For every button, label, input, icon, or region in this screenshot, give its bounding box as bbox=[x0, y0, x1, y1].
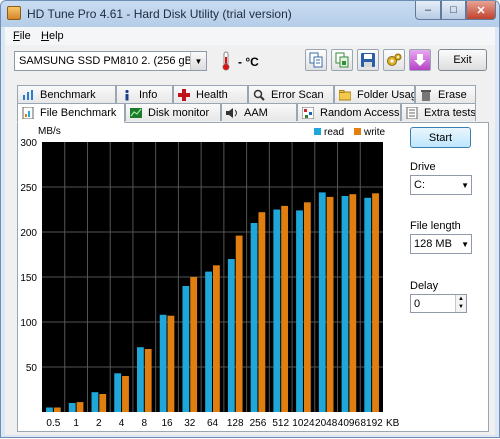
x-tick-label: 8 bbox=[142, 418, 148, 429]
bar-write bbox=[76, 402, 84, 412]
bar-write bbox=[144, 349, 152, 412]
bar-read bbox=[68, 403, 76, 412]
bar-read bbox=[341, 196, 349, 412]
start-button[interactable]: Start bbox=[410, 127, 471, 148]
x-tick-label: 1024 bbox=[292, 418, 315, 429]
bar-write bbox=[326, 196, 334, 412]
delay-value: 0 bbox=[414, 298, 421, 310]
bar-read bbox=[273, 209, 281, 412]
x-tick-label: 32 bbox=[184, 418, 196, 429]
tab-label: File Benchmark bbox=[40, 107, 117, 119]
file-length-value: 128 MB bbox=[414, 238, 452, 250]
y-tick-label: 150 bbox=[20, 273, 37, 284]
bar-read bbox=[46, 407, 53, 412]
bar-write bbox=[190, 277, 198, 412]
bar-write bbox=[167, 315, 175, 412]
file-length-label: File length bbox=[410, 220, 461, 232]
bar-read bbox=[227, 259, 235, 412]
x-tick-label: 256 bbox=[250, 418, 267, 429]
x-tick-label: 1 bbox=[73, 418, 79, 429]
bar-read bbox=[136, 347, 144, 412]
x-tick-label: 2 bbox=[96, 418, 102, 429]
bar-read bbox=[296, 210, 303, 412]
y-tick-label: 200 bbox=[20, 228, 37, 239]
chevron-down-icon[interactable]: ▼ bbox=[461, 181, 469, 190]
bar-read bbox=[114, 373, 122, 412]
bar-read bbox=[318, 192, 326, 412]
bar-write bbox=[281, 205, 289, 412]
bar-write bbox=[122, 376, 129, 412]
drive-letter-select[interactable]: C: ▼ bbox=[410, 175, 472, 195]
x-tick-label: 64 bbox=[207, 418, 219, 429]
bar-read bbox=[182, 286, 190, 412]
y-tick-label: 50 bbox=[26, 363, 38, 374]
bar-write bbox=[213, 265, 220, 412]
bar-write bbox=[372, 193, 379, 412]
drive-label: Drive bbox=[410, 161, 436, 173]
bar-write bbox=[53, 407, 61, 412]
y-tick-label: 300 bbox=[20, 138, 37, 149]
x-tick-label: 16 bbox=[161, 418, 173, 429]
legend-swatch-read bbox=[314, 128, 321, 135]
file-length-select[interactable]: 128 MB ▼ bbox=[410, 234, 472, 254]
bar-read bbox=[205, 271, 212, 412]
chevron-down-icon[interactable]: ▼ bbox=[461, 240, 469, 249]
delay-spinner[interactable]: 0 ▲ ▼ bbox=[410, 294, 467, 313]
x-tick-label: 512 bbox=[272, 418, 289, 429]
bar-write bbox=[258, 212, 266, 412]
spinner-arrows-icon[interactable]: ▲ ▼ bbox=[455, 295, 466, 312]
bar-write bbox=[235, 235, 243, 412]
bar-write bbox=[99, 394, 107, 412]
file-benchmark-icon bbox=[22, 107, 34, 119]
app-window: HD Tune Pro 4.61 - Hard Disk Utility (tr… bbox=[0, 0, 500, 438]
y-axis-label: MB/s bbox=[38, 126, 61, 137]
x-tick-label: 128 bbox=[227, 418, 244, 429]
x-tick-label: 8192 bbox=[361, 418, 384, 429]
x-axis-unit: KB bbox=[386, 418, 400, 429]
legend-label-read: read bbox=[324, 127, 344, 138]
x-tick-label: 4 bbox=[119, 418, 125, 429]
bar-write bbox=[349, 194, 357, 412]
y-tick-label: 100 bbox=[20, 318, 37, 329]
tab-file-benchmark[interactable]: File Benchmark bbox=[17, 103, 125, 123]
y-tick-label: 250 bbox=[20, 183, 37, 194]
x-tick-label: 2048 bbox=[315, 418, 338, 429]
bar-read bbox=[159, 314, 167, 412]
legend-label-write: write bbox=[363, 127, 386, 138]
legend-swatch-write bbox=[354, 128, 361, 135]
bar-read bbox=[91, 392, 99, 412]
bar-write bbox=[303, 202, 311, 412]
bar-read bbox=[250, 223, 258, 412]
x-tick-label: 0.5 bbox=[46, 418, 60, 429]
delay-label: Delay bbox=[410, 280, 439, 292]
drive-letter-value: C: bbox=[414, 179, 425, 191]
bar-read bbox=[364, 197, 372, 412]
x-tick-label: 4096 bbox=[338, 418, 361, 429]
